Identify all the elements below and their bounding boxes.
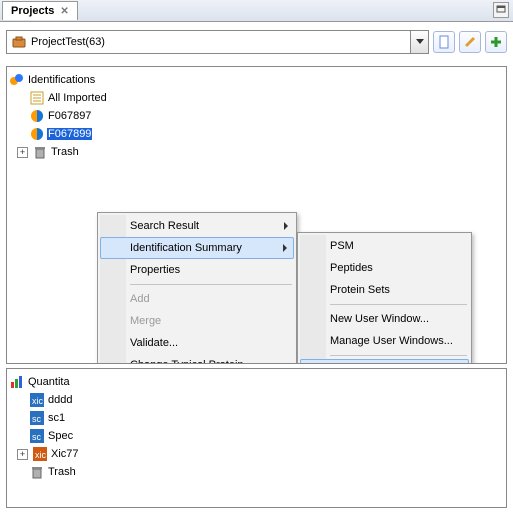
menu-separator xyxy=(130,284,292,285)
menu-label: New User Window... xyxy=(330,313,429,325)
menu-item-properties[interactable]: Properties xyxy=(100,259,294,281)
identifications-icon xyxy=(9,72,25,88)
menu-item-validate[interactable]: Validate... xyxy=(100,332,294,354)
menu-item-merge: Merge xyxy=(100,310,294,332)
new-button[interactable] xyxy=(433,31,455,53)
minimize-icon xyxy=(496,5,506,15)
quantitation-icon xyxy=(9,374,25,390)
menu-label: Identification Summary xyxy=(130,242,242,254)
tab-label: Projects xyxy=(11,5,54,17)
context-submenu: PSM Peptides Protein Sets New User Windo… xyxy=(297,232,472,364)
tree-label: sc1 xyxy=(47,412,66,424)
expander-icon[interactable]: + xyxy=(17,147,28,158)
submenu-item-peptides-spectrum[interactable]: Peptides Spectrum xyxy=(300,359,469,364)
menu-label: Properties xyxy=(130,264,180,276)
identifications-panel: Identifications All Imported F067897 F06… xyxy=(6,66,507,364)
list-icon xyxy=(29,90,45,106)
plus-icon xyxy=(489,35,503,49)
menu-label: PSM xyxy=(330,240,354,252)
submenu-item-psm[interactable]: PSM xyxy=(300,235,469,257)
tree-label: Trash xyxy=(47,466,77,478)
submenu-item-new-window[interactable]: New User Window... xyxy=(300,308,469,330)
tree-label: dddd xyxy=(47,394,73,406)
dataset-icon xyxy=(29,108,45,124)
tree-item-trash2[interactable]: Trash xyxy=(9,463,504,481)
tree-label: Spec xyxy=(47,430,74,442)
submenu-item-peptides[interactable]: Peptides xyxy=(300,257,469,279)
identifications-tree: Identifications All Imported F067897 F06… xyxy=(7,67,506,165)
briefcase-icon xyxy=(11,34,27,50)
edit-button[interactable] xyxy=(459,31,481,53)
tree-label: Quantita xyxy=(27,376,71,388)
context-menu: Search Result Identification Summary Pro… xyxy=(97,212,297,364)
submenu-item-manage-windows[interactable]: Manage User Windows... xyxy=(300,330,469,352)
tree-item-spec[interactable]: sc Spec xyxy=(9,427,504,445)
add-button[interactable] xyxy=(485,31,507,53)
pencil-icon xyxy=(463,35,477,49)
svg-text:sc: sc xyxy=(32,414,42,424)
tree-label: Identifications xyxy=(27,74,96,86)
xic-icon: xic xyxy=(29,392,45,408)
document-icon xyxy=(437,35,451,49)
menu-item-add: Add xyxy=(100,288,294,310)
dropdown-arrow-icon[interactable] xyxy=(410,31,428,53)
submenu-arrow-icon xyxy=(284,222,288,230)
menu-label: Add xyxy=(130,293,150,305)
expander-icon[interactable]: + xyxy=(17,449,28,460)
tree-label: All Imported xyxy=(47,92,108,104)
close-icon[interactable]: ✕ xyxy=(60,6,68,17)
svg-text:xic: xic xyxy=(32,396,43,406)
minimize-button[interactable] xyxy=(493,2,509,18)
tree-item-sc1[interactable]: sc sc1 xyxy=(9,409,504,427)
menu-label: Peptides xyxy=(330,262,373,274)
submenu-arrow-icon xyxy=(283,244,287,252)
project-selector-text: ProjectTest(63) xyxy=(31,36,410,48)
trash-icon xyxy=(29,464,45,480)
tree-label: Xic77 xyxy=(50,448,80,460)
tree-item-f067897[interactable]: F067897 xyxy=(9,107,504,125)
tree-item-f067899[interactable]: F067899 xyxy=(9,125,504,143)
menu-label: Validate... xyxy=(130,337,178,349)
svg-text:xic: xic xyxy=(35,450,46,460)
menu-label: Protein Sets xyxy=(330,284,390,296)
tree-label: Trash xyxy=(50,146,80,158)
menu-label: Change Typical Protein... xyxy=(130,359,253,364)
trash-icon xyxy=(32,144,48,160)
tab-projects[interactable]: Projects ✕ xyxy=(2,1,78,20)
tree-root-identifications[interactable]: Identifications xyxy=(9,71,504,89)
tree-item-trash[interactable]: + Trash xyxy=(9,143,504,161)
menu-item-identification-summary[interactable]: Identification Summary xyxy=(100,237,294,259)
menu-item-search-result[interactable]: Search Result xyxy=(100,215,294,237)
sc-icon: sc xyxy=(29,410,45,426)
tab-bar: Projects ✕ xyxy=(0,0,513,22)
svg-text:sc: sc xyxy=(32,432,42,442)
submenu-item-protein-sets[interactable]: Protein Sets xyxy=(300,279,469,301)
dataset-icon xyxy=(29,126,45,142)
tree-item-all-imported[interactable]: All Imported xyxy=(9,89,504,107)
menu-label: Search Result xyxy=(130,220,199,232)
quantitation-tree: Quantita xic dddd sc sc1 sc Spec + xyxy=(7,369,506,485)
menu-item-change-typical[interactable]: Change Typical Protein... xyxy=(100,354,294,364)
tree-root-quantitation[interactable]: Quantita xyxy=(9,373,504,391)
tree-label: F067897 xyxy=(47,110,92,122)
tree-item-xic77[interactable]: + xic Xic77 xyxy=(9,445,504,463)
sc-icon: sc xyxy=(29,428,45,444)
menu-separator xyxy=(330,355,467,356)
project-selector[interactable]: ProjectTest(63) xyxy=(6,30,429,54)
menu-separator xyxy=(330,304,467,305)
tree-label: F067899 xyxy=(47,128,92,140)
menu-label: Merge xyxy=(130,315,161,327)
menu-label: Manage User Windows... xyxy=(330,335,453,347)
tree-item-dddd[interactable]: xic dddd xyxy=(9,391,504,409)
quantitation-panel: Quantita xic dddd sc sc1 sc Spec + xyxy=(6,368,507,508)
xic-icon: xic xyxy=(32,446,48,462)
toolbar: ProjectTest(63) xyxy=(0,22,513,62)
